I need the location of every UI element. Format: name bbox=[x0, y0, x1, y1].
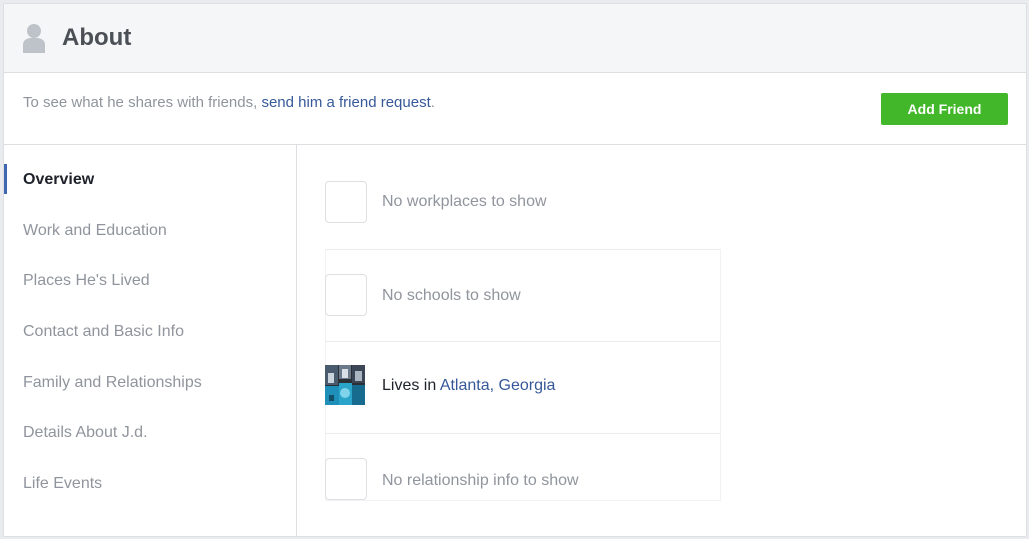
about-card: About To see what he shares with friends… bbox=[3, 3, 1027, 537]
page-title: About bbox=[62, 24, 132, 51]
relationship-text: No relationship info to show bbox=[382, 472, 579, 489]
about-body: Overview Work and Education Places He's … bbox=[4, 145, 1026, 536]
sidebar-item-family-relationships[interactable]: Family and Relationships bbox=[23, 374, 202, 392]
overview-content: No workplaces to show No schools to show bbox=[297, 145, 1026, 536]
workplaces-text: No workplaces to show bbox=[382, 193, 547, 210]
workplace-placeholder-icon bbox=[325, 181, 367, 223]
state-link[interactable]: Georgia bbox=[499, 377, 556, 394]
sidebar-item-life-events[interactable]: Life Events bbox=[23, 475, 102, 493]
relationship-placeholder-icon bbox=[325, 458, 367, 500]
about-header: About bbox=[4, 4, 1026, 73]
relationship-row: No relationship info to show bbox=[325, 433, 721, 501]
notice-text: To see what he shares with friends, send… bbox=[23, 94, 435, 111]
person-silhouette-icon bbox=[23, 24, 45, 53]
sidebar-item-contact-info[interactable]: Contact and Basic Info bbox=[23, 323, 184, 341]
active-indicator bbox=[4, 164, 7, 194]
sidebar-item-details-about[interactable]: Details About J.d. bbox=[23, 424, 148, 442]
city-link[interactable]: Atlanta bbox=[440, 377, 490, 394]
about-sidebar: Overview Work and Education Places He's … bbox=[4, 145, 297, 536]
sidebar-item-work-and-education[interactable]: Work and Education bbox=[23, 222, 167, 240]
city-photo-thumbnail bbox=[325, 365, 365, 405]
school-placeholder-icon bbox=[325, 274, 367, 316]
schools-row: No schools to show bbox=[325, 249, 721, 341]
add-friend-button[interactable]: Add Friend bbox=[881, 93, 1008, 125]
schools-text: No schools to show bbox=[382, 287, 521, 304]
lives-in-text: Lives in Atlanta, Georgia bbox=[382, 377, 556, 394]
lives-in-row: Lives in Atlanta, Georgia bbox=[325, 341, 721, 433]
send-friend-request-link[interactable]: send him a friend request bbox=[261, 94, 430, 111]
sidebar-item-places-lived[interactable]: Places He's Lived bbox=[23, 272, 150, 290]
workplaces-row: No workplaces to show bbox=[325, 181, 721, 247]
sidebar-item-overview[interactable]: Overview bbox=[23, 171, 94, 189]
friend-request-notice: To see what he shares with friends, send… bbox=[4, 73, 1026, 145]
